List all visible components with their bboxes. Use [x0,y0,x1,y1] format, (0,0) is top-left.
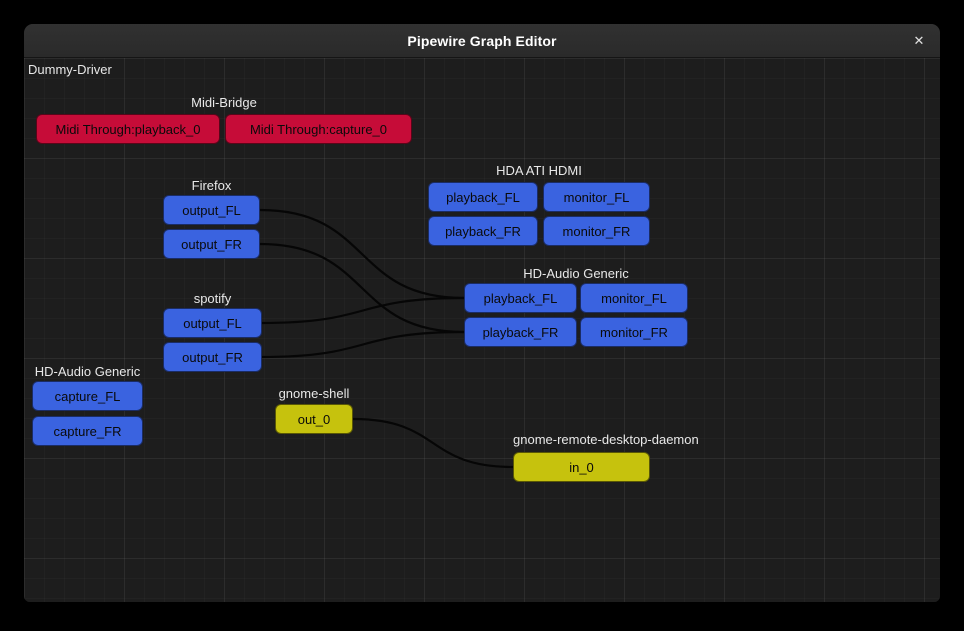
close-button[interactable]: ✕ [908,30,930,52]
hd-playback-fl-port[interactable]: playback_FL [464,283,577,313]
hdmi-monitor-fr-port[interactable]: monitor_FR [543,216,650,246]
wire-spotify-output-fl-to-hd-playback-fl[interactable] [262,298,464,323]
firefox-output-fl-port[interactable]: output_FL [163,195,260,225]
hd-audio-generic-playback-label: HD-Audio Generic [464,266,688,281]
hd-capture-fr-port[interactable]: capture_FR [32,416,143,446]
dummy-driver-label: Dummy-Driver [28,62,112,77]
hd-playback-fr-port[interactable]: playback_FR [464,317,577,347]
window-title: Pipewire Graph Editor [407,33,556,49]
hd-monitor-fl-port[interactable]: monitor_FL [580,283,688,313]
hd-capture-fl-port[interactable]: capture_FL [32,381,143,411]
firefox-output-fr-port[interactable]: output_FR [163,229,260,259]
hd-audio-generic-capture-label: HD-Audio Generic [25,364,150,379]
grd-in-0-port[interactable]: in_0 [513,452,650,482]
wire-spotify-output-fr-to-hd-playback-fr[interactable] [262,332,464,357]
wire-firefox-output-fr-to-hd-playback-fr[interactable] [260,244,464,332]
firefox-label: Firefox [163,178,260,193]
hdmi-monitor-fl-port[interactable]: monitor_FL [543,182,650,212]
gnome-shell-label: gnome-shell [270,386,358,401]
app-window: Pipewire Graph Editor ✕ Dummy-Driver Midi… [24,24,940,602]
spotify-label: spotify [163,291,262,306]
midi-through-capture-0-port[interactable]: Midi Through:capture_0 [225,114,412,144]
hdmi-playback-fl-port[interactable]: playback_FL [428,182,538,212]
hd-monitor-fr-port[interactable]: monitor_FR [580,317,688,347]
close-icon: ✕ [914,33,925,49]
titlebar[interactable]: Pipewire Graph Editor ✕ [24,24,940,58]
gnome-shell-out-0-port[interactable]: out_0 [275,404,353,434]
hdmi-playback-fr-port[interactable]: playback_FR [428,216,538,246]
wire-gnome-shell-out-0-to-grd-in-0[interactable] [353,419,513,467]
spotify-output-fl-port[interactable]: output_FL [163,308,262,338]
spotify-output-fr-port[interactable]: output_FR [163,342,262,372]
hda-ati-hdmi-label: HDA ATI HDMI [428,163,650,178]
midi-through-playback-0-port[interactable]: Midi Through:playback_0 [36,114,220,144]
graph-canvas[interactable]: Dummy-Driver Midi-Bridge Midi Through:play… [24,58,940,602]
midi-bridge-label: Midi-Bridge [36,95,412,110]
gnome-remote-desktop-daemon-label: gnome-remote-desktop-daemon [513,432,728,447]
